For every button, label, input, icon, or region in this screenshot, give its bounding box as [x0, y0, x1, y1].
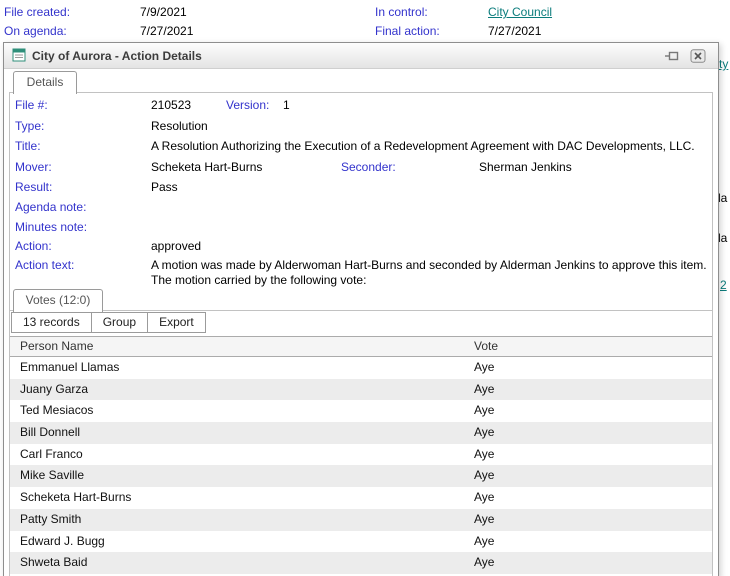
edge-fragment-link[interactable]: 2: [720, 278, 727, 292]
person-name-cell: Bill Donnell: [20, 425, 81, 440]
table-row[interactable]: Edward J. Bugg Aye: [10, 531, 712, 553]
person-name-cell: Edward J. Bugg: [20, 533, 105, 548]
on-agenda-value: 7/27/2021: [140, 24, 194, 38]
final-action-label: Final action:: [375, 24, 440, 38]
vote-cell: Aye: [474, 360, 495, 374]
export-button[interactable]: Export: [147, 312, 206, 333]
person-name-cell: Scheketa Hart-Burns: [20, 490, 132, 505]
person-name-cell: Mike Saville: [20, 468, 85, 483]
person-name-cell: Patty Smith: [20, 511, 82, 526]
file-number-value: 210523: [151, 98, 192, 112]
close-icon[interactable]: [690, 49, 706, 63]
mover-label: Mover:: [15, 160, 52, 174]
page: File created: 7/9/2021 On agenda: 7/27/2…: [0, 0, 730, 576]
table-row[interactable]: Carl Franco Aye: [10, 444, 712, 466]
table-row[interactable]: Bill Donnell Aye: [10, 422, 712, 444]
seconder-label: Seconder:: [341, 160, 396, 174]
on-agenda-label: On agenda:: [4, 24, 67, 38]
action-details-icon: [12, 48, 26, 65]
file-created-label: File created:: [4, 5, 71, 19]
dialog-titlebar[interactable]: City of Aurora - Action Details: [4, 43, 718, 69]
edge-fragment-text: la: [718, 191, 728, 205]
tab-votes[interactable]: Votes (12:0): [13, 289, 103, 312]
vote-cell: Aye: [474, 381, 495, 396]
records-count: 13 records: [11, 312, 92, 333]
edge-fragment-text: la: [718, 231, 728, 245]
file-number-label: File #:: [15, 98, 48, 112]
version-value: 1: [283, 98, 290, 112]
mover-value: Scheketa Hart-Burns: [151, 160, 263, 174]
table-row[interactable]: Juany Garza Aye: [10, 378, 712, 401]
file-created-value: 7/9/2021: [140, 5, 187, 19]
agenda-note-label: Agenda note:: [15, 200, 87, 214]
result-value: Pass: [151, 180, 178, 194]
votes-toolbar: 13 records Group Export: [11, 312, 206, 333]
vote-cell: Aye: [474, 490, 495, 505]
title-value: A Resolution Authorizing the Execution o…: [151, 139, 695, 153]
vote-header[interactable]: Vote: [474, 337, 498, 356]
person-name-cell: Shweta Baid: [20, 555, 88, 570]
tab-details[interactable]: Details: [13, 71, 77, 94]
table-row[interactable]: Shweta Baid Aye: [10, 552, 712, 574]
final-action-value: 7/27/2021: [488, 24, 542, 38]
vote-cell: Aye: [474, 468, 495, 483]
in-control-link[interactable]: City Council: [488, 5, 552, 19]
person-name-cell: Ted Mesiacos: [20, 403, 94, 418]
action-details-dialog: City of Aurora - Action Details Details …: [3, 42, 719, 576]
minutes-note-label: Minutes note:: [15, 220, 88, 234]
vote-cell: Aye: [474, 446, 495, 461]
table-row[interactable]: Mike Saville Aye: [10, 465, 712, 488]
type-label: Type:: [15, 119, 45, 133]
votes-table-header: Person Name Vote: [10, 336, 712, 357]
pin-icon[interactable]: [664, 49, 680, 63]
vote-cell: Aye: [474, 555, 495, 570]
action-text-value: A motion was made by Alderwoman Hart-Bur…: [151, 258, 707, 287]
in-control-label: In control:: [375, 5, 428, 19]
dialog-title: City of Aurora - Action Details: [32, 49, 202, 63]
person-name-cell: Emmanuel Llamas: [20, 360, 120, 374]
result-label: Result:: [15, 180, 53, 194]
title-label: Title:: [15, 139, 41, 153]
table-row[interactable]: Patty Smith Aye: [10, 508, 712, 531]
person-name-cell: Juany Garza: [20, 381, 89, 396]
vote-cell: Aye: [474, 511, 495, 526]
vote-cell: Aye: [474, 425, 495, 440]
action-value: approved: [151, 239, 202, 253]
votes-table-body: Emmanuel Llamas Aye Juany Garza Aye Ted …: [10, 357, 712, 576]
person-name-cell: Carl Franco: [20, 446, 83, 461]
table-row[interactable]: Scheketa Hart-Burns Aye: [10, 487, 712, 509]
table-row[interactable]: Emmanuel Llamas Aye: [10, 357, 712, 379]
table-row[interactable]: Ted Mesiacos Aye: [10, 400, 712, 422]
group-button[interactable]: Group: [90, 312, 149, 333]
version-label: Version:: [226, 98, 270, 112]
vote-cell: Aye: [474, 403, 495, 418]
person-name-header[interactable]: Person Name: [20, 337, 93, 356]
action-label: Action:: [15, 239, 52, 253]
action-text-label: Action text:: [15, 258, 75, 272]
type-value: Resolution: [151, 119, 208, 133]
seconder-value: Sherman Jenkins: [479, 160, 572, 174]
vote-cell: Aye: [474, 533, 495, 548]
edge-fragment-link[interactable]: ty: [719, 57, 728, 71]
